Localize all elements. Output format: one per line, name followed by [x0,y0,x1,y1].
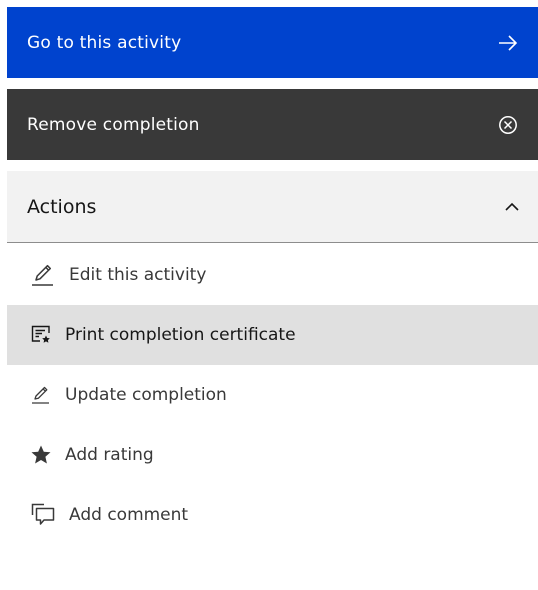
arrow-right-icon [497,32,519,54]
menu-item-label: Add rating [65,445,154,465]
close-outline-icon [497,114,519,136]
chevron-up-icon [504,202,520,212]
comment-icon [29,501,57,529]
edit-icon [29,261,57,289]
menu-item-update-completion[interactable]: Update completion [7,365,538,425]
edit-icon [29,383,53,407]
menu-item-add-rating[interactable]: Add rating [7,425,538,485]
actions-menu: Edit this activity Print completion cert… [7,245,538,545]
actions-accordion-title: Actions [27,195,97,218]
star-icon [29,443,53,467]
certificate-icon [29,323,53,347]
go-to-activity-button[interactable]: Go to this activity [7,7,538,78]
menu-item-label: Print completion certificate [65,325,296,345]
menu-item-label: Add comment [69,505,189,525]
menu-item-edit-activity[interactable]: Edit this activity [7,245,538,305]
go-to-activity-label: Go to this activity [27,32,182,53]
activity-actions-panel: Go to this activity Remove completion Ac… [0,0,538,590]
remove-completion-label: Remove completion [27,114,200,135]
menu-item-label: Edit this activity [69,265,207,285]
menu-item-label: Update completion [65,385,227,405]
actions-accordion-header[interactable]: Actions [7,171,538,243]
menu-item-print-certificate[interactable]: Print completion certificate [7,305,538,365]
menu-item-add-comment[interactable]: Add comment [7,485,538,545]
remove-completion-button[interactable]: Remove completion [7,89,538,160]
